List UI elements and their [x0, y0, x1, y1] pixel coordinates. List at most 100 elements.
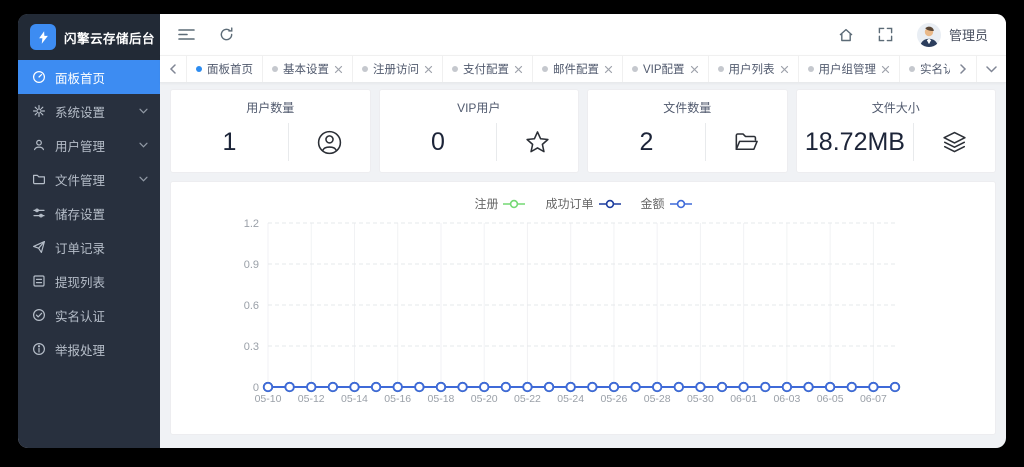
stat-value: 18.72MB — [804, 127, 905, 156]
svg-text:1.2: 1.2 — [244, 218, 259, 230]
svg-text:05-22: 05-22 — [514, 393, 541, 405]
withdraw-icon — [32, 274, 46, 288]
tab-label: 实名认证 — [920, 64, 950, 76]
svg-text:05-12: 05-12 — [298, 393, 325, 405]
user-menu[interactable]: 管理员 — [916, 22, 988, 47]
svg-text:05-20: 05-20 — [471, 393, 498, 405]
user-avatar — [916, 22, 941, 47]
sidebar-item-3[interactable]: 用户管理 — [18, 128, 160, 162]
stat-card-4: 文件大小 18.72MB — [795, 89, 996, 173]
legend-item-2[interactable]: 成功订单 — [545, 195, 621, 212]
tab-2[interactable]: 基本设置 — [263, 56, 353, 82]
sidebar-item-label: 用户管理 — [55, 139, 106, 154]
svg-text:05-28: 05-28 — [644, 393, 671, 405]
tab-status-dot — [452, 66, 458, 72]
topbar-left — [178, 27, 234, 42]
svg-text:05-18: 05-18 — [428, 393, 455, 405]
folder-icon — [32, 172, 46, 186]
chart-legend: 注册 成功订单 金额 — [171, 182, 995, 215]
tab-5[interactable]: 邮件配置 — [533, 56, 623, 82]
tab-label: 基本设置 — [283, 64, 329, 76]
close-icon[interactable] — [424, 65, 433, 74]
stat-value: 0 — [430, 127, 445, 156]
home-icon[interactable] — [838, 27, 854, 43]
svg-text:05-10: 05-10 — [255, 393, 282, 405]
tabs-dropdown-icon[interactable] — [976, 56, 1006, 82]
sidebar-item-label: 面板首页 — [55, 71, 106, 86]
stat-card-2: VIP用户 0 — [378, 89, 579, 173]
stat-title: VIP用户 — [457, 101, 501, 115]
svg-text:05-30: 05-30 — [687, 393, 714, 405]
tab-3[interactable]: 注册访问 — [353, 56, 443, 82]
topbar-right: 管理员 — [838, 22, 988, 47]
tabs-scroll-left-icon[interactable] — [160, 56, 186, 82]
user-name: 管理员 — [948, 28, 988, 43]
order-icon — [32, 240, 46, 254]
tab-8[interactable]: 用户组管理 — [799, 56, 901, 82]
stat-title: 用户数量 — [246, 101, 295, 115]
stat-title: 文件大小 — [871, 101, 920, 115]
dashboard-content: 用户数量 1 VIP用户 0 文件数量 2 文件大小 18.72MB 注册 成功订单 金额 0 0.… — [160, 83, 1006, 448]
tab-label: 支付配置 — [463, 64, 509, 76]
sidebar: 闪擎云存储后台 面板首页系统设置用户管理文件管理储存设置 订单记录 提现列表 实名认证… — [18, 14, 160, 448]
stat-value: 2 — [639, 127, 654, 156]
close-icon[interactable] — [780, 65, 789, 74]
star-icon — [497, 129, 578, 156]
stat-cards-row: 用户数量 1 VIP用户 0 文件数量 2 文件大小 18.72MB — [170, 89, 996, 173]
legend-label: 成功订单 — [545, 197, 594, 211]
sidebar-item-label: 文件管理 — [55, 173, 106, 188]
tab-status-dot — [717, 66, 724, 72]
svg-text:0.9: 0.9 — [244, 259, 259, 271]
legend-item-3[interactable]: 金额 — [641, 195, 692, 212]
legend-marker-icon — [669, 199, 692, 208]
stat-title: 文件数量 — [663, 101, 712, 115]
tab-6[interactable]: VIP配置 — [623, 56, 709, 82]
svg-text:06-05: 06-05 — [817, 393, 844, 405]
sidebar-item-9[interactable]: 举报处理 — [18, 332, 160, 366]
tab-9[interactable]: 实名认证 — [900, 56, 950, 82]
close-icon[interactable] — [334, 65, 343, 74]
tab-label: 用户列表 — [728, 64, 775, 76]
sidebar-item-8[interactable]: 实名认证 — [18, 298, 160, 332]
sidebar-item-7[interactable]: 提现列表 — [18, 264, 160, 298]
stat-card-1: 用户数量 1 — [170, 89, 371, 173]
svg-text:06-07: 06-07 — [860, 393, 887, 405]
refresh-icon[interactable] — [219, 27, 234, 42]
tab-label: 邮件配置 — [553, 64, 599, 76]
sidebar-item-4[interactable]: 文件管理 — [18, 162, 160, 196]
close-icon[interactable] — [514, 65, 523, 74]
legend-label: 金额 — [640, 197, 665, 211]
tab-status-dot — [272, 66, 278, 72]
close-icon[interactable] — [690, 65, 699, 74]
tab-1[interactable]: 面板首页 — [186, 56, 263, 82]
chevron-down-icon — [139, 108, 148, 114]
tab-label: VIP配置 — [643, 64, 685, 76]
close-icon[interactable] — [604, 65, 613, 74]
legend-item-1[interactable]: 注册 — [474, 195, 526, 212]
tabs-scroll-right-icon[interactable] — [950, 56, 976, 82]
app-title: 闪擎云存储后台 — [64, 31, 156, 46]
svg-text:05-26: 05-26 — [601, 393, 628, 405]
fullscreen-icon[interactable] — [878, 27, 893, 42]
svg-text:06-01: 06-01 — [730, 393, 757, 405]
tab-7[interactable]: 用户列表 — [709, 56, 799, 82]
sidebar-item-2[interactable]: 系统设置 — [18, 94, 160, 128]
tab-status-dot — [196, 66, 202, 72]
stat-card-3: 文件数量 2 — [587, 89, 788, 173]
sidebar-item-1[interactable]: 面板首页 — [18, 60, 160, 94]
sidebar-item-5[interactable]: 储存设置 — [18, 196, 160, 230]
svg-text:05-14: 05-14 — [341, 393, 368, 405]
tab-4[interactable]: 支付配置 — [443, 56, 533, 82]
collapse-sidebar-icon[interactable] — [178, 27, 195, 42]
chevron-down-icon — [139, 176, 148, 182]
legend-marker-icon — [598, 199, 621, 208]
tab-strip: 面板首页基本设置注册访问支付配置邮件配置VIP配置用户列表用户组管理实名认证提现… — [186, 56, 950, 82]
verified-icon — [32, 308, 46, 322]
dashboard-icon — [32, 70, 46, 84]
chevron-down-icon — [139, 142, 148, 148]
main-area: 管理员 面板首页 基本设置 注册访问 支付配置 邮件配置 VIP配置 用户列表 用户组管理 实名… — [160, 14, 1006, 448]
sidebar-menu: 面板首页系统设置用户管理文件管理储存设置 订单记录 提现列表 实名认证 举报处理 — [18, 60, 160, 448]
svg-text:06-03: 06-03 — [773, 393, 800, 405]
close-icon[interactable] — [881, 65, 890, 74]
sidebar-item-6[interactable]: 订单记录 — [18, 230, 160, 264]
